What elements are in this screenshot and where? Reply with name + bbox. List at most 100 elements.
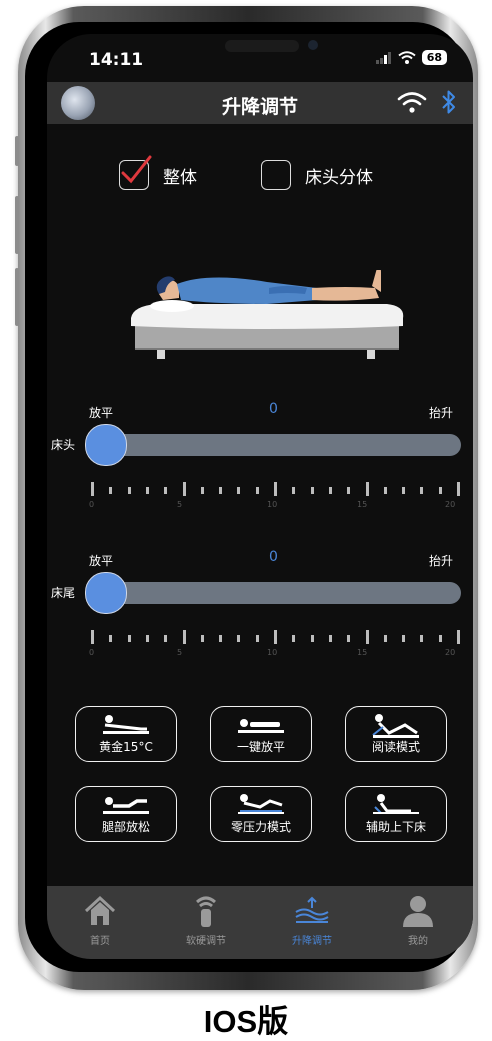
tick-label: 0 <box>89 648 95 657</box>
whole-checkbox[interactable] <box>119 155 152 190</box>
golden-angle-label: 黄金15°C <box>99 740 153 754</box>
head-raise-label: 抬升 <box>429 406 454 420</box>
tab-firmness[interactable]: 软硬调节 <box>153 886 259 959</box>
mode-split[interactable]: 床头分体 <box>261 160 373 190</box>
tick-mark <box>109 635 113 642</box>
tick-mark <box>164 487 168 494</box>
tick-mark <box>127 635 131 642</box>
mode-whole[interactable]: 整体 <box>119 155 197 190</box>
tick-mark <box>402 487 406 494</box>
leg-relax-icon <box>103 797 149 814</box>
tick-mark <box>328 487 332 494</box>
head-tick-scale: 0 5 10 15 20 <box>89 482 461 512</box>
foot-flat-label: 放平 <box>89 554 114 568</box>
flat-icon <box>238 719 284 733</box>
tick-label: 5 <box>177 648 183 657</box>
speaker-notch <box>225 40 299 52</box>
leg-relax-label: 腿部放松 <box>101 820 150 834</box>
flat-label: 一键放平 <box>236 740 285 754</box>
zero-gravity-icon <box>238 794 284 814</box>
tick-label: 15 <box>357 500 368 509</box>
foot-slider-thumb[interactable] <box>85 572 127 614</box>
firmness-icon <box>196 896 216 927</box>
tab-profile-label: 我的 <box>408 936 428 947</box>
tick-label: 20 <box>445 648 456 657</box>
tab-profile[interactable]: 我的 <box>365 886 471 959</box>
foot-tick-scale: 0 5 10 15 20 <box>89 630 461 660</box>
head-side-label: 床头 <box>51 438 76 452</box>
head-slider-thumb[interactable] <box>85 424 127 466</box>
split-checkbox[interactable] <box>261 160 291 190</box>
tick-label: 10 <box>267 500 278 509</box>
tick-mark <box>347 487 351 494</box>
tick-mark <box>145 635 149 642</box>
tick-mark <box>200 635 204 642</box>
tick-mark <box>164 635 168 642</box>
tick-mark <box>219 487 223 494</box>
flat-button[interactable]: 一键放平 <box>210 706 312 762</box>
tick-mark <box>310 487 314 494</box>
tick-mark <box>310 635 314 642</box>
wifi-icon[interactable] <box>397 90 427 114</box>
tick-mark <box>127 487 131 494</box>
tick-mark <box>438 487 442 494</box>
assist-button[interactable]: 辅助上下床 <box>345 786 447 842</box>
tab-lift[interactable]: 升降调节 <box>259 886 365 959</box>
app-header: 升降调节 <box>47 82 473 124</box>
tab-firmness-label: 软硬调节 <box>186 936 226 947</box>
tick-mark <box>402 635 406 642</box>
tick-mark <box>182 630 186 644</box>
whole-label: 整体 <box>163 167 197 188</box>
front-camera <box>308 40 318 50</box>
bluetooth-icon[interactable] <box>439 88 459 116</box>
tick-mark <box>347 635 351 642</box>
assist-icon <box>373 794 419 814</box>
reading-button[interactable]: 阅读模式 <box>345 706 447 762</box>
tab-home[interactable]: 首页 <box>47 886 153 959</box>
tick-mark <box>457 482 460 496</box>
tick-mark <box>91 630 94 644</box>
tick-label: 20 <box>445 500 456 509</box>
tick-label: 0 <box>89 500 95 509</box>
reading-label: 阅读模式 <box>371 740 420 754</box>
golden-angle-icon <box>103 715 149 734</box>
tick-mark <box>328 635 332 642</box>
status-time: 14:11 <box>89 50 144 70</box>
tick-mark <box>292 635 296 642</box>
foot-side-label: 床尾 <box>51 586 76 600</box>
tick-label: 15 <box>357 648 368 657</box>
tick-mark <box>274 482 277 496</box>
tick-mark <box>365 482 369 496</box>
zero-gravity-button[interactable]: 零压力模式 <box>210 786 312 842</box>
battery-level: 68 <box>421 50 447 65</box>
tick-mark <box>219 635 223 642</box>
tick-mark <box>457 630 460 644</box>
profile-icon <box>403 896 433 927</box>
lift-icon <box>295 896 329 923</box>
tick-mark <box>91 482 94 496</box>
caption: IOS版 <box>203 1004 289 1039</box>
tick-mark <box>182 482 186 496</box>
tick-mark <box>109 487 113 494</box>
volume-up-button <box>15 196 19 254</box>
wifi-status-icon <box>398 51 416 64</box>
tick-mark <box>420 487 424 494</box>
leg-relax-button[interactable]: 腿部放松 <box>75 786 177 842</box>
golden-angle-button[interactable]: 黄金15°C <box>75 706 177 762</box>
volume-down-button <box>15 268 19 326</box>
tick-mark <box>383 635 387 642</box>
head-flat-label: 放平 <box>89 406 114 420</box>
signal-icon <box>375 51 391 64</box>
head-slider-track[interactable] <box>87 434 461 456</box>
tab-home-label: 首页 <box>90 936 110 947</box>
tick-mark <box>420 635 424 642</box>
mute-switch <box>15 136 19 166</box>
tick-mark <box>200 487 204 494</box>
tick-mark <box>438 635 442 642</box>
tick-mark <box>383 487 387 494</box>
head-value: 0 <box>269 401 278 417</box>
tick-mark <box>237 487 241 494</box>
foot-slider-track[interactable] <box>87 582 461 604</box>
bottom-tab-bar: 首页 软硬调节 升降调节 我的 <box>47 886 473 959</box>
foot-value: 0 <box>269 549 278 565</box>
